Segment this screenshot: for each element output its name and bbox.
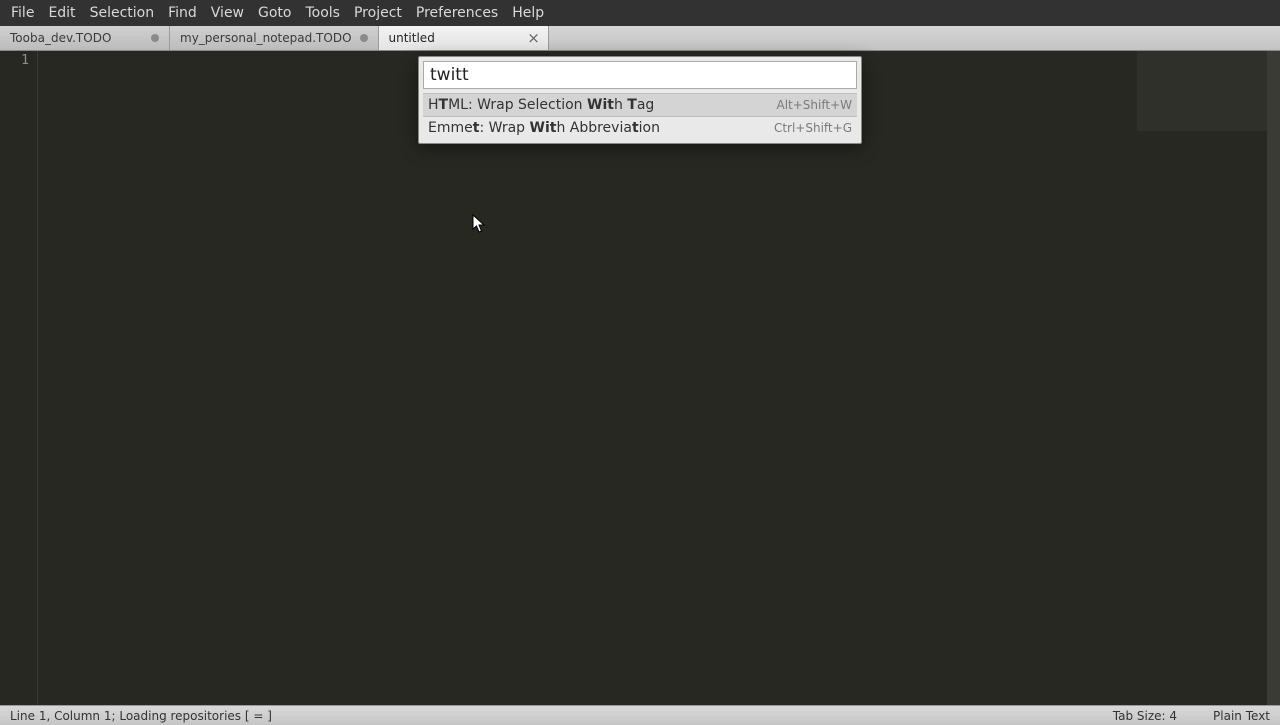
dirty-indicator-icon[interactable] [358,32,370,44]
menu-tools[interactable]: Tools [298,2,347,24]
status-tab-size[interactable]: Tab Size: 4 [1113,709,1177,723]
palette-row-shortcut: Alt+Shift+W [777,98,853,112]
code-content[interactable] [38,51,1280,705]
command-palette-input[interactable] [423,61,857,89]
menu-preferences[interactable]: Preferences [409,2,505,24]
palette-row-html-wrap-selection[interactable]: HTML: Wrap Selection With Tag Alt+Shift+… [423,93,857,117]
tab-bar: Tooba_dev.TODO my_personal_notepad.TODO … [0,26,1280,51]
tab-title: my_personal_notepad.TODO [180,31,352,45]
palette-row-label: HTML: Wrap Selection With Tag [428,97,654,113]
menu-file[interactable]: File [4,2,41,24]
tab-my-personal-notepad-todo[interactable]: my_personal_notepad.TODO [170,26,379,50]
tab-title: untitled [389,31,522,45]
tab-title: Tooba_dev.TODO [10,31,143,45]
menu-view[interactable]: View [204,2,251,24]
command-palette-list: HTML: Wrap Selection With Tag Alt+Shift+… [423,93,857,139]
palette-row-label: Emmet: Wrap With Abbreviation [428,120,660,136]
menu-project[interactable]: Project [347,2,409,24]
menu-help[interactable]: Help [505,2,551,24]
menu-edit[interactable]: Edit [41,2,82,24]
menu-goto[interactable]: Goto [251,2,298,24]
menu-selection[interactable]: Selection [83,2,162,24]
palette-row-shortcut: Ctrl+Shift+G [774,121,852,135]
editor-area[interactable]: 1 [0,51,1280,705]
tab-untitled[interactable]: untitled [379,26,549,50]
status-bar: Line 1, Column 1; Loading repositories [… [0,705,1280,725]
dirty-indicator-icon[interactable] [149,32,161,44]
status-left: Line 1, Column 1; Loading repositories [… [10,709,1113,723]
status-syntax[interactable]: Plain Text [1213,709,1270,723]
vertical-scrollbar[interactable] [1267,51,1280,705]
menu-find[interactable]: Find [161,2,204,24]
command-palette: HTML: Wrap Selection With Tag Alt+Shift+… [418,56,862,144]
line-number: 1 [0,53,29,68]
menubar: File Edit Selection Find View Goto Tools… [0,0,1280,26]
close-icon[interactable] [528,32,540,44]
minimap[interactable] [1137,51,1267,131]
line-number-gutter: 1 [0,51,38,705]
tab-tooba-dev-todo[interactable]: Tooba_dev.TODO [0,26,170,50]
palette-row-emmet-wrap-abbreviation[interactable]: Emmet: Wrap With Abbreviation Ctrl+Shift… [423,117,857,139]
